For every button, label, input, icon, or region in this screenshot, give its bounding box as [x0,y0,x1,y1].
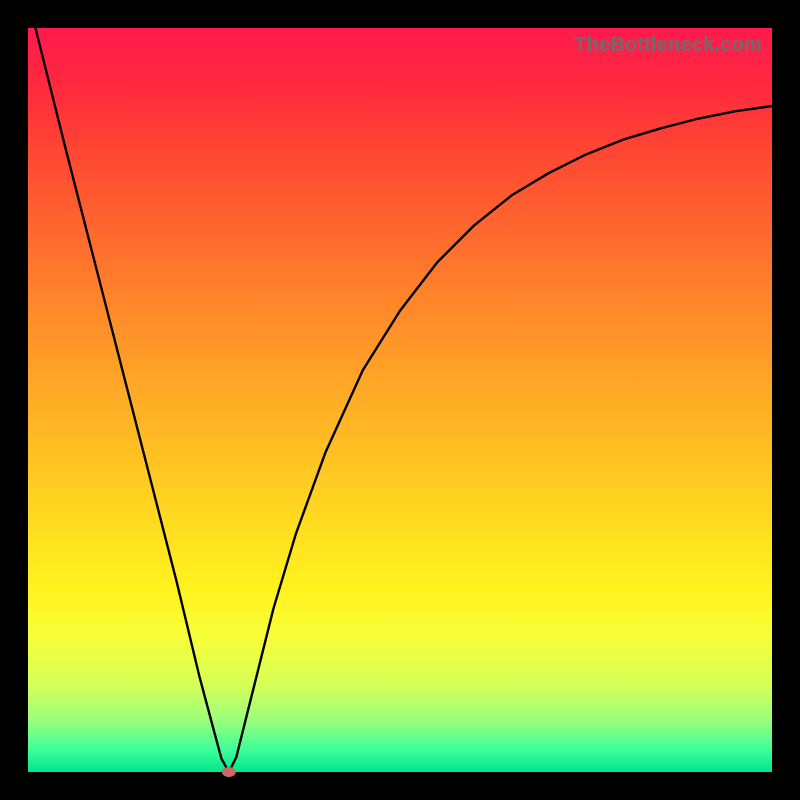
chart-container: TheBottleneck.com [0,0,800,800]
curve-svg [28,28,772,772]
minimum-marker [222,767,236,777]
bottleneck-curve [35,28,772,772]
plot-area: TheBottleneck.com [28,28,772,772]
